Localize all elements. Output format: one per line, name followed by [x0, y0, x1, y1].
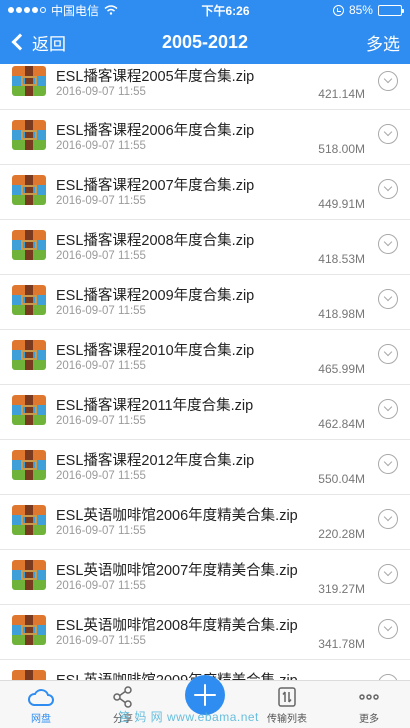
expand-options-button[interactable] [378, 564, 398, 584]
tab-share-label: 分享 [113, 714, 133, 725]
file-row[interactable]: ESL播客课程2006年度合集.zip 2016-09-07 11:55 518.0… [0, 110, 410, 165]
file-size: 418.53M [318, 252, 365, 266]
tab-more-label: 更多 [359, 714, 379, 725]
orientation-lock-icon [332, 4, 344, 16]
expand-options-button[interactable] [378, 289, 398, 309]
file-row[interactable]: ESL播客课程2012年度合集.zip 2016-09-07 11:55 550.0… [0, 440, 410, 495]
zip-file-icon [12, 66, 46, 96]
expand-options-button[interactable] [378, 234, 398, 254]
file-row[interactable]: ESL播客课程2010年度合集.zip 2016-09-07 11:55 465.9… [0, 330, 410, 385]
back-label: 返回 [32, 34, 66, 54]
file-date: 2016-09-07 11:55 [56, 580, 146, 592]
zip-file-icon [12, 560, 46, 590]
zip-file-icon [12, 670, 46, 680]
file-size: 465.99M [318, 362, 365, 376]
file-date: 2016-09-07 11:55 [56, 86, 146, 98]
file-date: 2016-09-07 11:55 [56, 635, 146, 647]
file-date: 2016-09-07 11:55 [56, 360, 146, 372]
file-date: 2016-09-07 11:55 [56, 415, 146, 427]
file-name: ESL英语咖啡馆2009年度精美合集.zip [56, 669, 298, 680]
zip-file-icon [12, 450, 46, 480]
file-row[interactable]: ESL英语咖啡馆2008年度精美合集.zip 2016-09-07 11:55 34… [0, 605, 410, 660]
share-icon [113, 686, 132, 708]
file-name: ESL播客课程2005年度合集.zip [56, 69, 255, 85]
tab-transfers-label: 传输列表 [267, 714, 307, 725]
file-name: ESL播客课程2010年度合集.zip [56, 343, 255, 359]
file-size: 319.27M [318, 582, 365, 596]
tab-netdisk-label: 网盘 [31, 714, 51, 725]
file-size: 341.78M [318, 637, 365, 651]
carrier-label: 中国电信 [51, 3, 100, 18]
zip-file-icon [12, 395, 46, 425]
zip-file-icon [12, 175, 46, 205]
file-size: 449.91M [318, 197, 365, 211]
file-name: ESL播客课程2009年度合集.zip [56, 288, 255, 304]
file-row[interactable]: ESL播客课程2005年度合集.zip 2016-09-07 11:55 421.1… [0, 64, 410, 110]
file-date: 2016-09-07 11:55 [56, 305, 146, 317]
file-row[interactable]: ESL播客课程2011年度合集.zip 2016-09-07 11:55 462.8… [0, 385, 410, 440]
file-size: 518.00M [318, 142, 365, 156]
file-name: ESL英语咖啡馆2007年度精美合集.zip [56, 563, 298, 579]
file-row[interactable]: ESL英语咖啡馆2007年度精美合集.zip 2016-09-07 11:55 31… [0, 550, 410, 605]
fab-container [164, 675, 246, 728]
chevron-left-icon [11, 33, 29, 51]
file-date: 2016-09-07 11:55 [56, 250, 146, 262]
file-date: 2016-09-07 11:55 [56, 195, 146, 207]
expand-options-button[interactable] [378, 71, 398, 91]
expand-options-button[interactable] [378, 454, 398, 474]
file-row[interactable]: ESL播客课程2007年度合集.zip 2016-09-07 11:55 449.9… [0, 165, 410, 220]
cloud-icon [28, 689, 54, 706]
ellipsis-icon [359, 694, 379, 700]
file-name: ESL播客课程2012年度合集.zip [56, 453, 255, 469]
add-button[interactable] [185, 675, 225, 715]
file-date: 2016-09-07 11:55 [56, 140, 146, 152]
back-button[interactable]: 返回 [10, 30, 66, 55]
file-size: 462.84M [318, 417, 365, 431]
file-row[interactable]: ESL播客课程2009年度合集.zip 2016-09-07 11:55 418.9… [0, 275, 410, 330]
navigation-bar: 返回 2005-2012 多选 [0, 20, 410, 64]
zip-file-icon [12, 120, 46, 150]
transfer-icon [278, 687, 296, 707]
expand-options-button[interactable] [378, 399, 398, 419]
battery-icon [377, 4, 404, 16]
top-bar: 中国电信 下午6:26 85% 返回 2005-2012 多选 [0, 0, 410, 64]
wifi-icon [104, 5, 118, 15]
file-size: 220.28M [318, 527, 365, 541]
clock: 下午6:26 [201, 3, 250, 18]
tab-netdisk[interactable]: 网盘 [0, 681, 82, 728]
file-name: ESL播客课程2006年度合集.zip [56, 123, 255, 139]
expand-options-button[interactable] [378, 509, 398, 529]
multi-select-button[interactable]: 多选 [366, 30, 400, 55]
zip-file-icon [12, 340, 46, 370]
zip-file-icon [12, 230, 46, 260]
tab-transfers[interactable]: 传输列表 [246, 681, 328, 728]
file-size: 418.98M [318, 307, 365, 321]
file-size: 550.04M [318, 472, 365, 486]
signal-icon [8, 7, 46, 13]
battery-percent: 85% [348, 3, 373, 17]
file-name: ESL英语咖啡馆2006年度精美合集.zip [56, 508, 298, 524]
tab-more[interactable]: 更多 [328, 681, 410, 728]
zip-file-icon [12, 285, 46, 315]
expand-options-button[interactable] [378, 619, 398, 639]
file-date: 2016-09-07 11:55 [56, 470, 146, 482]
expand-options-button[interactable] [378, 124, 398, 144]
status-bar: 中国电信 下午6:26 85% [0, 0, 410, 20]
expand-options-button[interactable] [378, 179, 398, 199]
zip-file-icon [12, 505, 46, 535]
file-name: ESL英语咖啡馆2008年度精美合集.zip [56, 618, 298, 634]
file-row[interactable]: ESL英语咖啡馆2006年度精美合集.zip 2016-09-07 11:55 22… [0, 495, 410, 550]
file-size: 421.14M [318, 87, 365, 101]
tab-share[interactable]: 分享 [82, 681, 164, 728]
file-name: ESL播客课程2008年度合集.zip [56, 233, 255, 249]
file-date: 2016-09-07 11:55 [56, 525, 146, 537]
tab-bar: 网盘 分享 传输列表 更多 答 妈 网 www.ebama.net [0, 675, 410, 728]
file-name: ESL播客课程2007年度合集.zip [56, 178, 255, 194]
zip-file-icon [12, 615, 46, 645]
file-row[interactable]: ESL播客课程2008年度合集.zip 2016-09-07 11:55 418.5… [0, 220, 410, 275]
expand-options-button[interactable] [378, 344, 398, 364]
file-list: ESL播客课程2005年度合集.zip 2016-09-07 11:55 421.1… [0, 64, 410, 680]
file-name: ESL播客课程2011年度合集.zip [56, 398, 254, 414]
